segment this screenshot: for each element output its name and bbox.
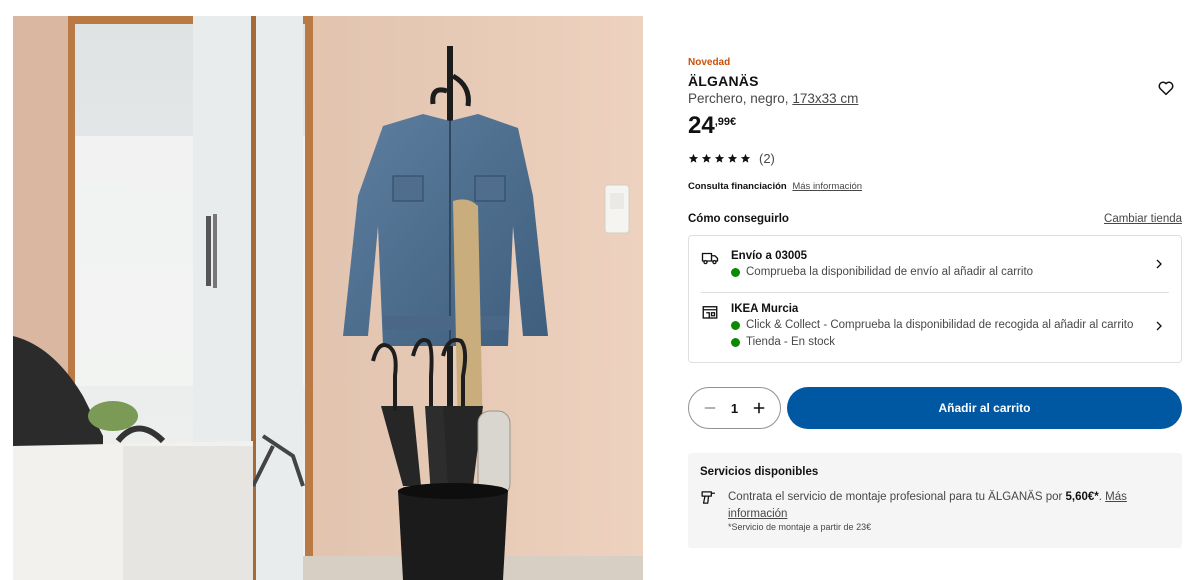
services-text: Contrata el servicio de montaje profesio… xyxy=(728,489,1158,523)
services-description: Contrata el servicio de montaje profesio… xyxy=(728,491,1066,503)
status-dot xyxy=(731,267,740,277)
how-to-get-heading: Cómo conseguirlo xyxy=(688,213,789,225)
price: 24 ,99 € xyxy=(688,112,736,140)
product-image[interactable] xyxy=(13,16,643,580)
store-title: IKEA Murcia xyxy=(731,303,799,315)
status-dot xyxy=(731,337,740,347)
rating-stars xyxy=(688,153,751,164)
store-stock-status: Tienda - En stock xyxy=(731,336,835,348)
star-icon xyxy=(740,153,751,163)
increase-quantity-button[interactable] xyxy=(751,400,767,416)
click-collect-text: Click & Collect - Comprueba la disponibi… xyxy=(746,319,1134,331)
favorite-button[interactable] xyxy=(1157,79,1175,97)
status-dot xyxy=(731,320,740,330)
quantity-stepper: 1 xyxy=(688,387,781,429)
minus-icon xyxy=(704,407,716,409)
rating-count: (2) xyxy=(759,151,775,166)
delivery-status-text: Comprueba la disponibilidad de envío al … xyxy=(746,266,1034,278)
financing-label: Consulta financiación xyxy=(688,181,787,192)
store-icon xyxy=(702,306,718,319)
star-icon xyxy=(714,153,725,163)
new-badge: Novedad xyxy=(688,57,731,68)
product-name: ÄLGANÄS xyxy=(688,73,759,89)
chevron-right-icon xyxy=(1156,321,1162,331)
product-info-panel: Novedad ÄLGANÄS Perchero, negro, 173x33 … xyxy=(688,0,1182,580)
rating-link[interactable]: (2) xyxy=(688,151,775,166)
star-icon xyxy=(727,153,738,163)
delivery-option[interactable]: Envío a 03005 Comprueba la disponibilida… xyxy=(689,236,1181,292)
store-stock-text: Tienda - En stock xyxy=(746,336,836,348)
star-icon xyxy=(688,153,699,163)
product-description: Perchero, negro, 173x33 cm xyxy=(688,91,858,106)
star-icon xyxy=(701,153,712,163)
quantity-value[interactable]: 1 xyxy=(731,401,738,416)
delivery-title: Envío a 03005 xyxy=(731,250,808,262)
store-option[interactable]: IKEA Murcia Click & Collect - Comprueba … xyxy=(701,292,1169,362)
availability-box: Envío a 03005 Comprueba la disponibilida… xyxy=(688,235,1182,363)
chevron-right-icon xyxy=(1156,259,1162,269)
click-collect-status: Click & Collect - Comprueba la disponibi… xyxy=(731,319,1133,331)
drill-icon xyxy=(701,491,715,504)
services-price: 5,60€* xyxy=(1065,491,1099,503)
product-type: Perchero, negro, xyxy=(688,91,789,106)
decrease-quantity-button[interactable] xyxy=(702,400,718,416)
financing: Consulta financiación Más información xyxy=(688,181,862,192)
services-heading: Servicios disponibles xyxy=(700,466,819,478)
services-note: *Servicio de montaje a partir de 23€ xyxy=(728,522,872,532)
delivery-status: Comprueba la disponibilidad de envío al … xyxy=(731,266,1033,278)
add-to-cart-button[interactable]: Añadir al carrito xyxy=(787,387,1182,429)
product-measure-link[interactable]: 173x33 cm xyxy=(792,91,858,106)
price-decimal: ,99 xyxy=(714,116,730,128)
truck-icon xyxy=(701,252,719,265)
price-integer: 24 xyxy=(688,112,715,139)
heart-outline-icon xyxy=(1158,81,1174,96)
financing-more-info-link[interactable]: Más información xyxy=(792,181,862,192)
plus-icon xyxy=(753,402,765,414)
price-currency: € xyxy=(730,116,737,128)
change-store-link[interactable]: Cambiar tienda xyxy=(1104,213,1182,225)
services-box: Servicios disponibles Contrata el servic… xyxy=(688,453,1182,548)
